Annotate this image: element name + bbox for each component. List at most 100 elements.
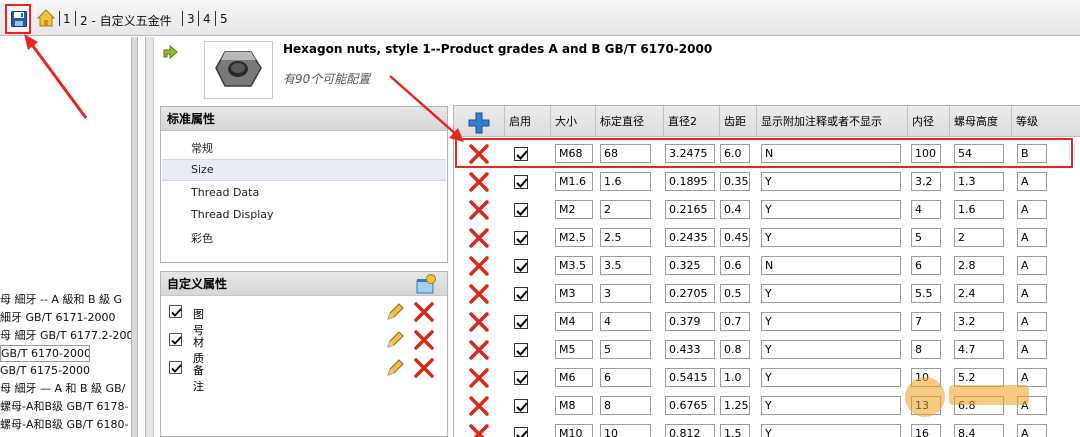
- prop-item-color[interactable]: 彩色: [191, 230, 213, 246]
- delete-x-icon[interactable]: [468, 311, 490, 333]
- cell-grade[interactable]: B: [1017, 144, 1047, 163]
- add-property-icon[interactable]: [415, 274, 437, 294]
- cell-diameter2[interactable]: 0.812: [665, 424, 715, 437]
- cell-diameter2[interactable]: 0.325: [665, 256, 715, 275]
- property-checkbox[interactable]: [169, 333, 182, 346]
- delete-x-icon[interactable]: [468, 423, 490, 437]
- cell-nut-height[interactable]: 54: [954, 144, 1004, 163]
- crumb-4[interactable]: 4: [203, 12, 211, 26]
- cell-inner-diameter[interactable]: 5: [911, 228, 941, 247]
- cell-grade[interactable]: A: [1017, 228, 1047, 247]
- delete-x-icon[interactable]: [468, 227, 490, 249]
- prop-item-thread-display[interactable]: Thread Display: [191, 208, 274, 221]
- cell-diameter2[interactable]: 0.2435: [665, 228, 715, 247]
- column-header-nut-height[interactable]: 螺母高度: [949, 106, 1011, 137]
- delete-x-icon[interactable]: [468, 143, 490, 165]
- cell-nut-height[interactable]: 2.4: [954, 284, 1004, 303]
- prop-item-thread-data[interactable]: Thread Data: [191, 186, 259, 199]
- cell-grade[interactable]: A: [1017, 284, 1047, 303]
- cell-inner-diameter[interactable]: 3.2: [911, 172, 941, 191]
- cell-nut-height[interactable]: 1.6: [954, 200, 1004, 219]
- cell-annotation-display[interactable]: N: [761, 256, 901, 275]
- tree-item[interactable]: GB/T 6175-2000: [0, 363, 131, 380]
- column-header-inner-diameter[interactable]: 内径: [907, 106, 949, 137]
- property-checkbox[interactable]: [169, 361, 182, 374]
- cell-diameter2[interactable]: 3.2475: [665, 144, 715, 163]
- cell-grade[interactable]: A: [1017, 340, 1047, 359]
- cell-pitch[interactable]: 0.5: [720, 284, 750, 303]
- delete-x-icon[interactable]: [413, 357, 435, 379]
- cell-nominal-diameter[interactable]: 1.6: [600, 172, 651, 191]
- cell-annotation-display[interactable]: Y: [761, 424, 901, 437]
- delete-x-icon[interactable]: [468, 395, 490, 417]
- cell-pitch[interactable]: 0.6: [720, 256, 750, 275]
- cell-pitch[interactable]: 0.4: [720, 200, 750, 219]
- crumb-5[interactable]: 5: [220, 12, 228, 26]
- cell-annotation-display[interactable]: Y: [761, 368, 901, 387]
- panel-splitter[interactable]: [145, 37, 154, 437]
- cell-nominal-diameter[interactable]: 68: [600, 144, 651, 163]
- crumb-3[interactable]: 3: [187, 12, 195, 26]
- column-header-size[interactable]: 大小: [550, 106, 595, 137]
- cell-pitch[interactable]: 0.35: [720, 172, 750, 191]
- cell-nominal-diameter[interactable]: 5: [600, 340, 651, 359]
- cell-pitch[interactable]: 6.0: [720, 144, 750, 163]
- cell-annotation-display[interactable]: Y: [761, 396, 901, 415]
- delete-x-icon[interactable]: [468, 171, 490, 193]
- cell-inner-diameter[interactable]: 6: [911, 256, 941, 275]
- cell-nut-height[interactable]: 2.8: [954, 256, 1004, 275]
- cell-annotation-display[interactable]: Y: [761, 200, 901, 219]
- cell-diameter2[interactable]: 0.5415: [665, 368, 715, 387]
- column-header-nominal-diameter[interactable]: 标定直径: [595, 106, 663, 137]
- cell-annotation-display[interactable]: Y: [761, 284, 901, 303]
- cell-diameter2[interactable]: 0.6765: [665, 396, 715, 415]
- prop-item-general[interactable]: 常规: [191, 140, 213, 156]
- cell-diameter2[interactable]: 0.2705: [665, 284, 715, 303]
- cell-grade[interactable]: A: [1017, 200, 1047, 219]
- cell-size[interactable]: M1.6: [555, 172, 593, 191]
- enabled-checkbox[interactable]: [514, 343, 528, 357]
- cell-annotation-display[interactable]: Y: [761, 172, 901, 191]
- column-header-annotation-display[interactable]: 显示附加注释或者不显示: [756, 106, 907, 137]
- cell-grade[interactable]: A: [1017, 312, 1047, 331]
- cell-diameter2[interactable]: 0.2165: [665, 200, 715, 219]
- cell-nominal-diameter[interactable]: 10: [600, 424, 651, 437]
- column-header-grade[interactable]: 等级: [1011, 106, 1080, 137]
- cell-nut-height[interactable]: 2: [954, 228, 1004, 247]
- cell-nominal-diameter[interactable]: 4: [600, 312, 651, 331]
- cell-size[interactable]: M2.5: [555, 228, 593, 247]
- cell-inner-diameter[interactable]: 4: [911, 200, 941, 219]
- enabled-checkbox[interactable]: [514, 259, 528, 273]
- enabled-checkbox[interactable]: [514, 147, 528, 161]
- cell-size[interactable]: M68: [555, 144, 593, 163]
- cell-nominal-diameter[interactable]: 2: [600, 200, 651, 219]
- delete-x-icon[interactable]: [468, 255, 490, 277]
- cell-nominal-diameter[interactable]: 8: [600, 396, 651, 415]
- property-checkbox[interactable]: [169, 305, 182, 318]
- cell-grade[interactable]: A: [1017, 172, 1047, 191]
- cell-size[interactable]: M5: [555, 340, 593, 359]
- column-header-diameter2[interactable]: 直径2: [663, 106, 719, 137]
- tree-item[interactable]: 母 細牙 — A 和 B 級 GB/: [0, 381, 131, 398]
- delete-x-icon[interactable]: [468, 283, 490, 305]
- delete-x-icon[interactable]: [468, 199, 490, 221]
- cell-nominal-diameter[interactable]: 3: [600, 284, 651, 303]
- pencil-icon[interactable]: [385, 358, 405, 378]
- cell-nut-height[interactable]: 1.3: [954, 172, 1004, 191]
- cell-size[interactable]: M10: [555, 424, 593, 437]
- cell-diameter2[interactable]: 0.1895: [665, 172, 715, 191]
- cell-nominal-diameter[interactable]: 2.5: [600, 228, 651, 247]
- tree-item[interactable]: 母 細牙 GB/T 6177.2-200: [0, 328, 131, 345]
- cell-nut-height[interactable]: 4.7: [954, 340, 1004, 359]
- enabled-checkbox[interactable]: [514, 315, 528, 329]
- crumb-1[interactable]: 1: [63, 12, 71, 26]
- delete-x-icon[interactable]: [468, 339, 490, 361]
- tree-item[interactable]: 螺母-A和B级 GB/T 6178-: [0, 399, 131, 416]
- cell-pitch[interactable]: 1.0: [720, 368, 750, 387]
- cell-nominal-diameter[interactable]: 6: [600, 368, 651, 387]
- cell-pitch[interactable]: 1.5: [720, 424, 750, 437]
- cell-pitch[interactable]: 1.25: [720, 396, 750, 415]
- column-header-enabled[interactable]: 启用: [504, 106, 550, 137]
- cell-annotation-display[interactable]: Y: [761, 312, 901, 331]
- cell-inner-diameter[interactable]: 16: [911, 424, 941, 437]
